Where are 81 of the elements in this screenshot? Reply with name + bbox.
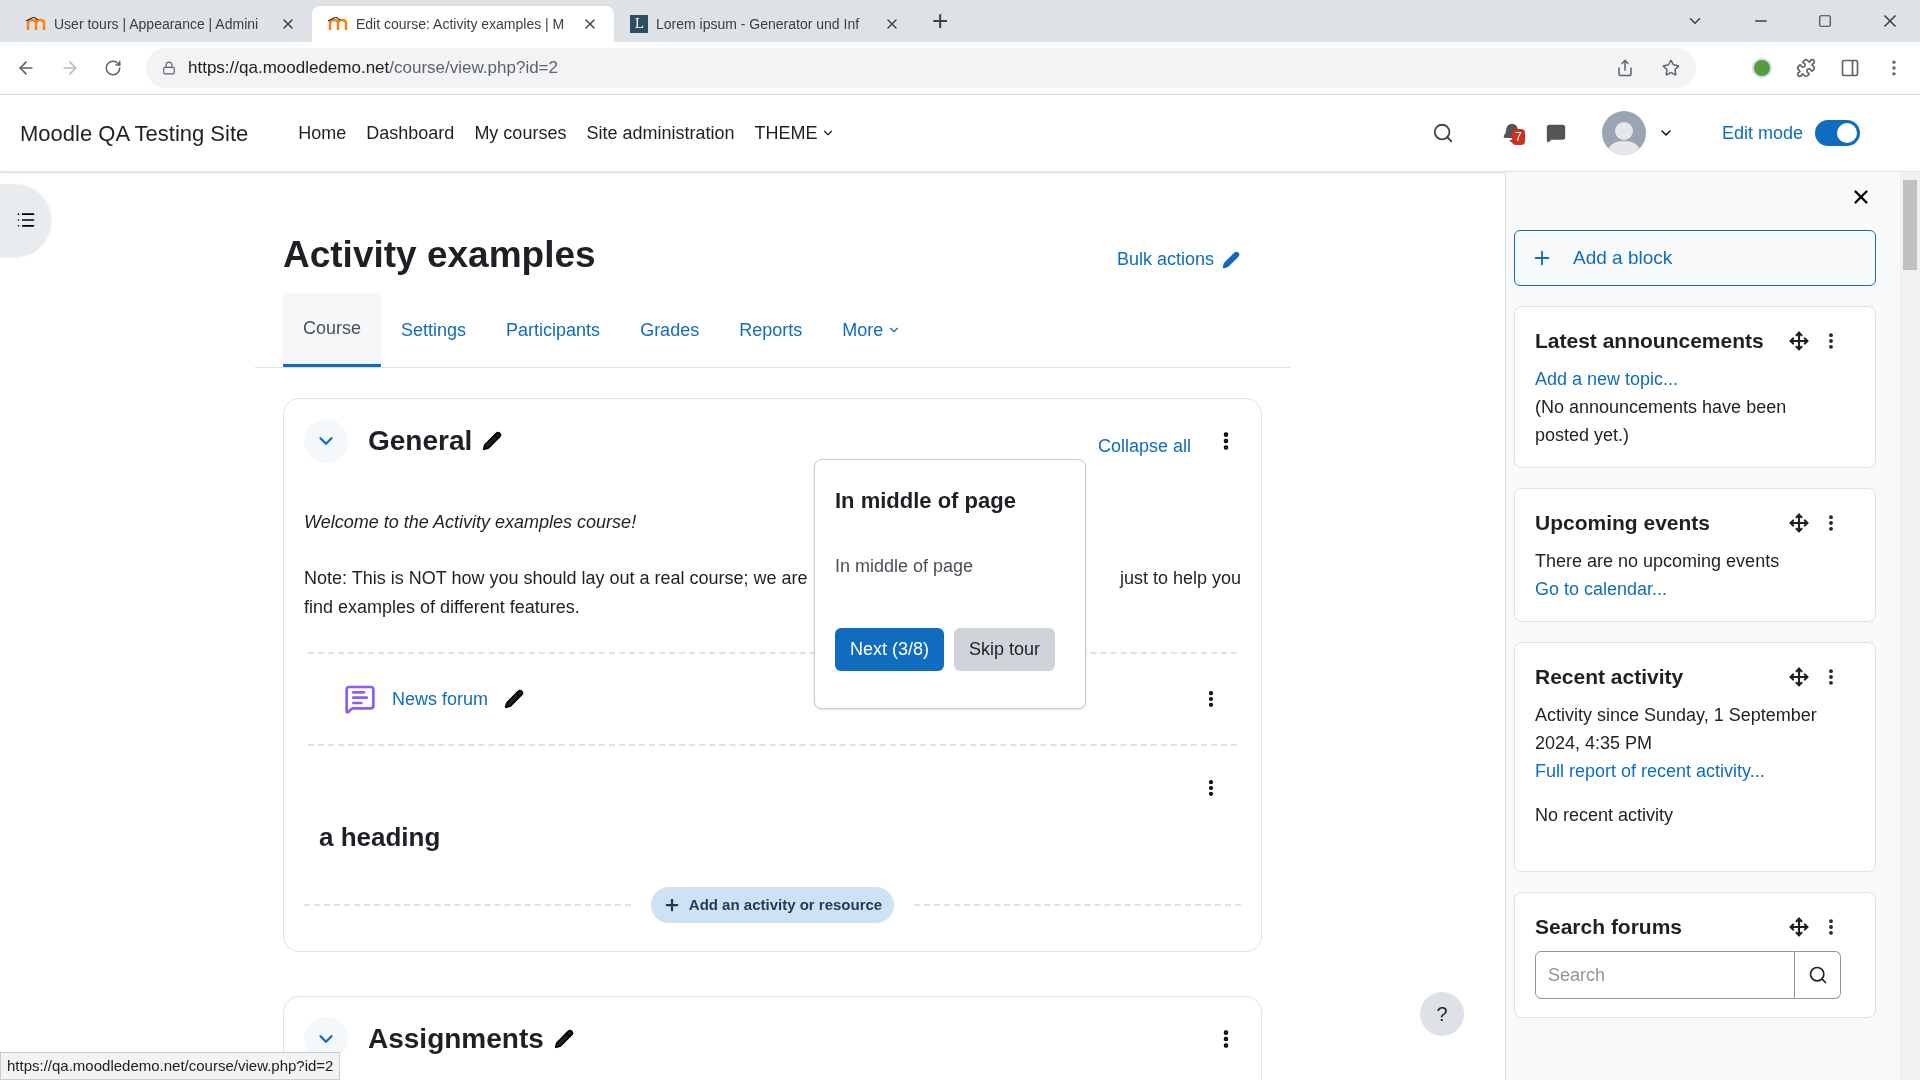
nav-link[interactable]: THEME: [744, 119, 846, 147]
course-tab[interactable]: Grades: [620, 293, 720, 367]
forum-icon: [344, 683, 376, 715]
welcome-text: Welcome to the Activity examples course!: [304, 511, 637, 534]
course-title: Activity examples: [283, 236, 596, 273]
extension-icon[interactable]: [1752, 58, 1772, 78]
search-button[interactable]: [1795, 951, 1841, 999]
reload-icon[interactable]: [104, 59, 122, 77]
side-panel-icon[interactable]: [1840, 58, 1860, 78]
note-text: find examples of different features.: [304, 597, 580, 617]
block-link[interactable]: Go to calendar...: [1535, 575, 1841, 603]
nav-link[interactable]: My courses: [464, 119, 577, 147]
browser-tab[interactable]: L Lorem ipsum - Generator und Inf: [614, 6, 916, 42]
course-tab[interactable]: Participants: [486, 293, 621, 367]
course-index-button[interactable]: [0, 184, 51, 256]
browser-tab[interactable]: User tours | Appearance | Admini: [10, 6, 312, 42]
collapse-all-link[interactable]: Collapse all: [1097, 432, 1191, 460]
next-button[interactable]: Next (3/8): [835, 628, 945, 671]
edit-icon[interactable]: [553, 1029, 574, 1049]
skip-tour-button[interactable]: Skip tour: [954, 628, 1056, 671]
tour-text: In middle of page: [835, 555, 975, 578]
add-activity-button[interactable]: Add an activity or resource: [650, 887, 895, 923]
moodle-logo-icon: [328, 17, 348, 31]
block-text: There are no upcoming events: [1535, 550, 1781, 573]
tour-title: In middle of page: [835, 487, 1017, 515]
site-name[interactable]: Moodle QA Testing Site: [20, 116, 249, 150]
section-title: General: [368, 424, 473, 458]
edit-icon[interactable]: [482, 431, 503, 451]
nav-link[interactable]: Site administration: [576, 119, 745, 147]
edit-mode-switch[interactable]: [1815, 120, 1860, 146]
tab-title: Edit course: Activity examples | M: [356, 14, 566, 34]
course-tab[interactable]: Settings: [381, 293, 487, 367]
move-icon[interactable]: [1789, 331, 1809, 351]
block-title: Latest announcements: [1535, 328, 1764, 354]
share-icon[interactable]: [1616, 59, 1634, 77]
tab-title: Lorem ipsum - Generator und Inf: [656, 14, 861, 34]
note-text: just to help you: [1119, 567, 1241, 590]
extensions-icon[interactable]: [1796, 58, 1816, 78]
pencil-icon: [1222, 250, 1240, 269]
bulk-actions-link[interactable]: Bulk actions: [1116, 246, 1240, 273]
block-title: Upcoming events: [1535, 510, 1711, 536]
block-text: (No announcements have been posted yet.): [1535, 396, 1788, 447]
search-icon[interactable]: [1431, 122, 1454, 144]
block-link[interactable]: Add a new topic...: [1535, 365, 1841, 393]
course-tab[interactable]: Reports: [719, 293, 823, 367]
nav-link[interactable]: Dashboard: [356, 119, 465, 147]
block-text: No recent activity: [1535, 804, 1675, 827]
block-title: Recent activity: [1535, 664, 1684, 690]
lock-icon: [162, 61, 176, 75]
block-link[interactable]: Full report of recent activity...: [1535, 757, 1841, 785]
address-bar[interactable]: https://qa.moodledemo.net/course/view.php?id=2: [146, 48, 1696, 88]
nav-link[interactable]: Home: [288, 119, 357, 147]
block-text: Activity since Sunday, 1 September 2024, 4:35 PM: [1535, 704, 1818, 755]
edit-mode-label: Edit mode: [1721, 121, 1803, 145]
course-tab[interactable]: More: [822, 293, 922, 367]
status-url-tooltip: https://qa.moodledemo.net/course/view.php?id=2: [0, 1051, 341, 1080]
section-heading: a heading: [319, 821, 442, 854]
search-icon: [1807, 965, 1828, 985]
edit-icon[interactable]: [504, 689, 525, 709]
activity-link[interactable]: News forum: [392, 685, 489, 713]
notifications-button[interactable]: 7: [1501, 123, 1522, 143]
note-text: Note: This is NOT how you should lay out a real course; we are: [304, 567, 808, 590]
move-icon[interactable]: [1789, 667, 1809, 687]
course-tab[interactable]: Course: [283, 293, 382, 367]
move-icon[interactable]: [1789, 917, 1809, 937]
tab-title: User tours | Appearance | Admini: [54, 14, 260, 34]
moodle-logo-icon: [26, 17, 46, 31]
search-field[interactable]: Search: [1535, 951, 1795, 999]
url-text: https://qa.moodledemo.net/course/view.php?id=2: [188, 57, 559, 80]
bookmark-icon[interactable]: [1662, 59, 1680, 77]
help-button[interactable]: ?: [1420, 992, 1464, 1036]
new-tab-button[interactable]: +: [932, 7, 949, 35]
messages-icon[interactable]: [1545, 123, 1566, 143]
add-block-button[interactable]: Add a block: [1514, 230, 1876, 286]
site-logo-icon: L: [630, 15, 648, 33]
move-icon[interactable]: [1789, 513, 1809, 533]
section-title: Assignments: [368, 1022, 544, 1056]
list-icon: [15, 210, 36, 230]
browser-tab[interactable]: Edit course: Activity examples | M: [312, 6, 614, 42]
block-title: Search forums: [1535, 914, 1683, 940]
maximize-icon[interactable]: [1818, 14, 1832, 28]
